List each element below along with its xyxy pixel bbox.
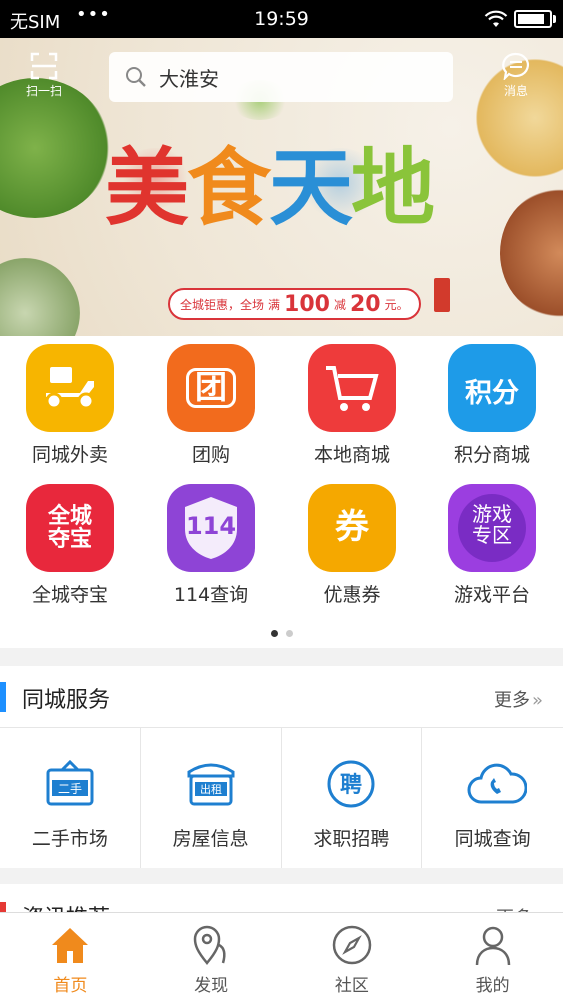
coupon-icon: 券	[308, 484, 396, 572]
menu-page-indicator	[0, 630, 563, 637]
service-item[interactable]: 二手 二手市场	[0, 728, 141, 868]
map-pin-icon	[189, 923, 233, 967]
promo-prefix: 全城钜惠，全场	[180, 297, 265, 312]
menu-item-label: 同城外卖	[31, 444, 108, 466]
tab-label: 发现	[194, 976, 229, 996]
quick-menu: 同城外卖团团购 本地商城 积分 积分商城 全城 夺宝 全城夺宝 114 114查询券优惠券 游戏…	[0, 336, 563, 648]
tab-label: 社区	[334, 976, 369, 996]
menu-item[interactable]: 积分 积分商城	[422, 344, 562, 474]
points-bag-icon: 积分	[448, 344, 536, 432]
menu-icon-glyph: 114	[185, 512, 237, 540]
svg-text:出租: 出租	[200, 782, 222, 796]
tab-compass[interactable]: 社区	[282, 913, 423, 1000]
menu-item-label: 114查询	[173, 584, 249, 606]
menu-icon-glyph: 游戏 专区	[472, 502, 512, 547]
phone-cloud-icon	[467, 758, 528, 810]
tab-person[interactable]: 我的	[422, 913, 563, 1000]
menu-item[interactable]: 券优惠券	[282, 484, 422, 614]
menu-item[interactable]: 本地商城	[282, 344, 422, 474]
service-item-label: 求职招聘	[313, 828, 390, 850]
scooter-icon	[26, 344, 114, 432]
menu-item-label: 优惠券	[323, 584, 381, 606]
service-item[interactable]: 同城查询	[422, 728, 563, 868]
service-item[interactable]: 出租 房屋信息	[141, 728, 282, 868]
promo-pill: 全城钜惠，全场 满 100 减 20 元。	[168, 288, 421, 320]
service-item[interactable]: 聘求职招聘	[282, 728, 423, 868]
search-text: 大淮安	[159, 66, 219, 91]
service-item-label: 房屋信息	[172, 828, 249, 850]
search-input[interactable]: 大淮安	[109, 52, 453, 102]
menu-item-label: 全城夺宝	[31, 584, 108, 606]
second-hand-sign-icon: 二手	[44, 758, 96, 810]
promo-amount: 100	[284, 291, 330, 317]
banner-title-char: 天	[269, 138, 353, 237]
game-zone-icon: 游戏 专区	[448, 484, 536, 572]
recruit-icon: 聘	[325, 758, 377, 810]
menu-item[interactable]: 全城 夺宝 全城夺宝	[0, 484, 140, 614]
menu-item[interactable]: 团团购	[141, 344, 281, 474]
menu-item[interactable]: 114 114查询	[141, 484, 281, 614]
menu-item-label: 游戏平台	[453, 584, 530, 606]
menu-icon-glyph: 团	[185, 368, 236, 408]
svg-text:聘: 聘	[340, 773, 362, 798]
banner-vegetable-decor	[0, 258, 80, 336]
banner-seal-stamp	[434, 278, 450, 312]
group-buy-icon: 团	[167, 344, 255, 432]
section-accent-bar	[0, 682, 6, 712]
promo-jian: 减	[333, 297, 346, 312]
menu-icon-glyph: 积分	[465, 377, 519, 409]
banner-food-decor	[500, 188, 563, 318]
tab-label: 首页	[53, 976, 88, 996]
banner-title-char: 食	[187, 138, 271, 237]
menu-item[interactable]: 同城外卖	[0, 344, 140, 474]
scan-label: 扫一扫	[25, 84, 62, 98]
scan-icon	[30, 52, 58, 80]
services-title: 同城服务	[22, 688, 111, 713]
services-grid: 二手 二手市场 出租 房屋信息聘求职招聘 同城查询	[0, 728, 563, 868]
services-more-label: 更多	[493, 690, 530, 711]
menu-item-label: 团购	[191, 444, 230, 466]
message-button[interactable]: 消息	[488, 52, 544, 100]
menu-page-dot	[285, 630, 293, 637]
banner-title: 美食天地	[105, 146, 435, 230]
compass-icon	[330, 923, 374, 967]
scan-button[interactable]: 扫一扫	[16, 52, 72, 100]
double-chevron-right-icon: »	[531, 690, 543, 711]
services-more-link[interactable]: 更多»	[494, 686, 543, 712]
home-icon	[48, 923, 92, 967]
search-icon	[126, 67, 146, 87]
promo-discount: 20	[349, 291, 381, 317]
treasure-icon: 全城 夺宝	[26, 484, 114, 572]
cart-icon	[308, 344, 396, 432]
message-icon	[502, 52, 529, 80]
shield-114-icon: 114	[167, 484, 255, 572]
bottom-tab-bar: 首页 发现 社区 我的	[0, 912, 563, 1000]
clock: 19:59	[254, 8, 309, 30]
menu-item-label: 本地商城	[313, 444, 390, 466]
menu-page-dot	[270, 630, 278, 637]
message-label: 消息	[503, 84, 528, 98]
banner-title-char: 地	[351, 138, 435, 237]
promo-suffix: 元。	[384, 297, 409, 312]
status-bar: 无SIM ••• 19:59	[0, 0, 563, 38]
menu-item-label: 积分商城	[453, 444, 530, 466]
person-icon	[471, 923, 515, 967]
promo-man: 满	[268, 297, 281, 312]
menu-item[interactable]: 游戏 专区 游戏平台	[422, 484, 562, 614]
menu-icon-glyph: 全城 夺宝	[47, 503, 92, 552]
house-rent-icon: 出租	[185, 758, 237, 810]
services-header: 同城服务 更多»	[0, 666, 563, 728]
service-item-label: 同城查询	[454, 828, 531, 850]
wifi-icon	[484, 10, 508, 27]
tab-map-pin[interactable]: 发现	[141, 913, 282, 1000]
banner-title-char: 美	[105, 138, 189, 237]
svg-text:二手: 二手	[58, 782, 82, 796]
battery-tip	[553, 15, 556, 23]
tab-home[interactable]: 首页	[0, 913, 141, 1000]
service-item-label: 二手市场	[31, 828, 108, 850]
battery-icon	[514, 10, 552, 28]
tab-label: 我的	[475, 976, 510, 996]
menu-icon-glyph: 券	[335, 507, 369, 548]
city-services-section: 同城服务 更多» 二手 二手市场 出租 房屋信息聘求职招聘 同城查询	[0, 666, 563, 868]
